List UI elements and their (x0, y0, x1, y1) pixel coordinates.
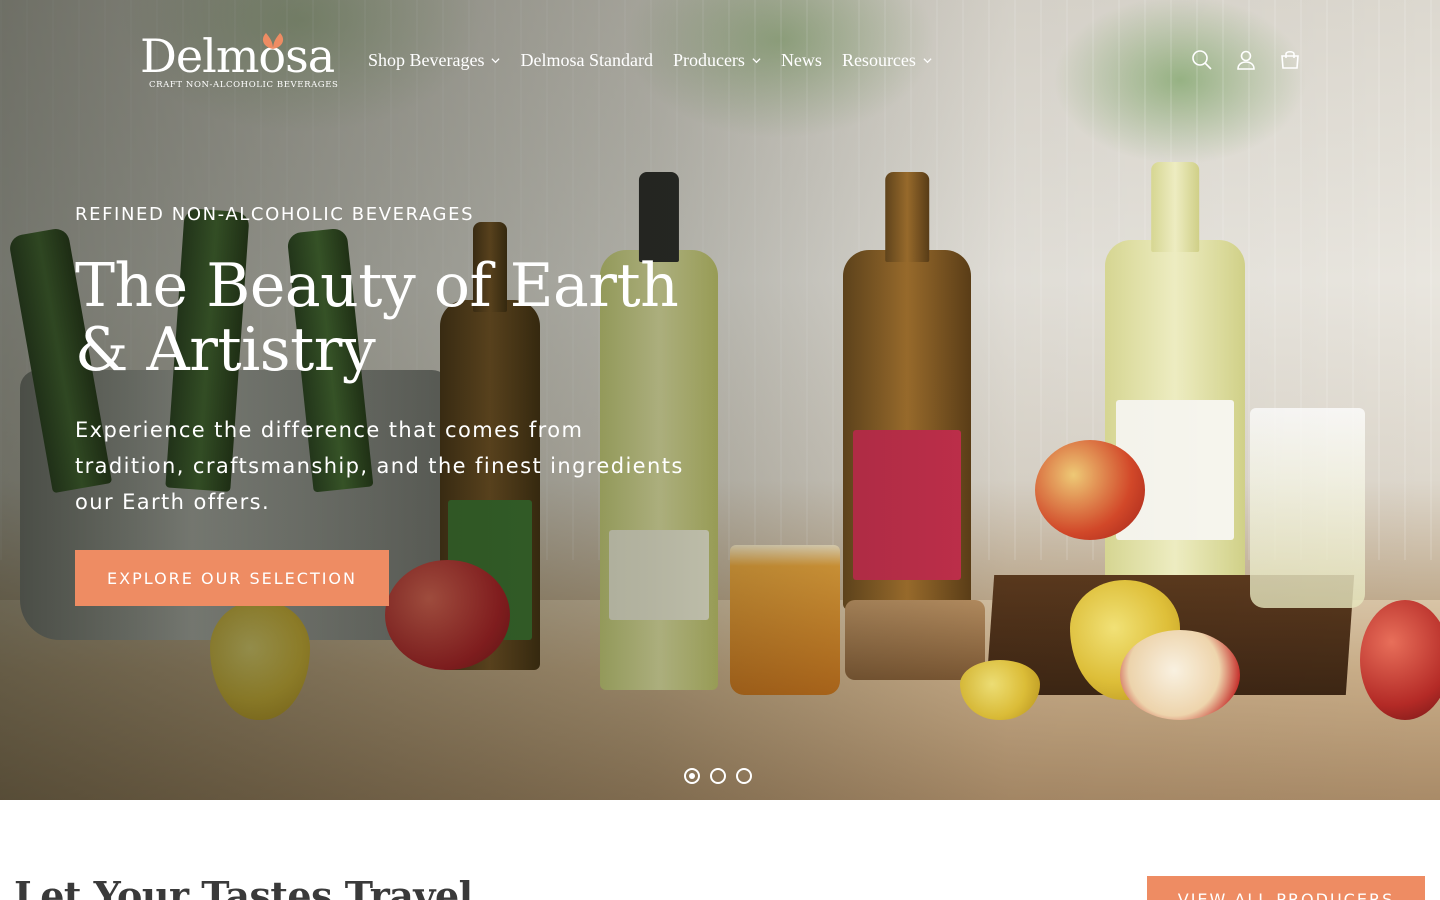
explore-selection-button[interactable]: EXPLORE OUR SELECTION (75, 550, 389, 606)
nav-item-label: Shop Beverages (368, 49, 485, 70)
account-icon (1237, 50, 1255, 70)
logo-tagline: CRAFT NON-ALCOHOLIC BEVERAGES (149, 80, 339, 90)
header-icons (1180, 38, 1312, 82)
nav-item-producers[interactable]: Producers (663, 44, 771, 76)
site-header: Delmosa CRAFT NON-ALCOHOLIC BEVERAGES Sh… (0, 0, 1440, 120)
hero-headline-line-1: The Beauty of Earth (75, 251, 679, 321)
slide-dot-2[interactable] (710, 768, 726, 784)
chevron-down-icon (752, 57, 761, 63)
chevron-down-icon (491, 57, 501, 63)
hero-headline-line-2: & Artistry (75, 315, 376, 385)
nav-item-label: Delmosa Standard (520, 49, 653, 70)
cart-icon (1281, 50, 1299, 69)
logo[interactable]: Delmosa CRAFT NON-ALCOHOLIC BEVERAGES (140, 30, 338, 92)
chevron-down-icon (923, 57, 932, 63)
nav-item-shop-beverages[interactable]: Shop Beverages (358, 44, 510, 76)
account-button[interactable] (1224, 38, 1268, 82)
hero-eyebrow: REFINED NON-ALCOHOLIC BEVERAGES (75, 204, 475, 225)
nav-item-label: Producers (672, 49, 745, 70)
hero-headline: The Beauty of Earth & Artistry (75, 254, 715, 382)
nav-item-delmosa-standard[interactable]: Delmosa Standard (510, 44, 662, 76)
nav-item-resources[interactable]: Resources (832, 44, 942, 76)
hero-content: REFINED NON-ALCOHOLIC BEVERAGES The Beau… (75, 200, 715, 520)
view-all-producers-button[interactable]: VIEW ALL PRODUCERS (1147, 876, 1425, 900)
logo-wordmark: Delmosa (140, 29, 335, 83)
leaf-icon (262, 33, 284, 49)
nav-item-news[interactable]: News (771, 44, 832, 76)
section-title: Let Your Tastes Travel (14, 873, 473, 900)
nav-item-label: Resources (841, 49, 916, 70)
main-nav: Shop Beverages Delmosa Standard Producer… (358, 44, 942, 76)
slider-pagination (684, 768, 752, 784)
nav-item-label: News (780, 49, 822, 70)
slide-dot-3[interactable] (736, 768, 752, 784)
search-icon (1192, 50, 1212, 70)
cart-button[interactable] (1268, 38, 1312, 82)
search-button[interactable] (1180, 38, 1224, 82)
slide-dot-1[interactable] (684, 768, 700, 784)
hero-subtext: Experience the difference that comes fro… (75, 418, 684, 514)
